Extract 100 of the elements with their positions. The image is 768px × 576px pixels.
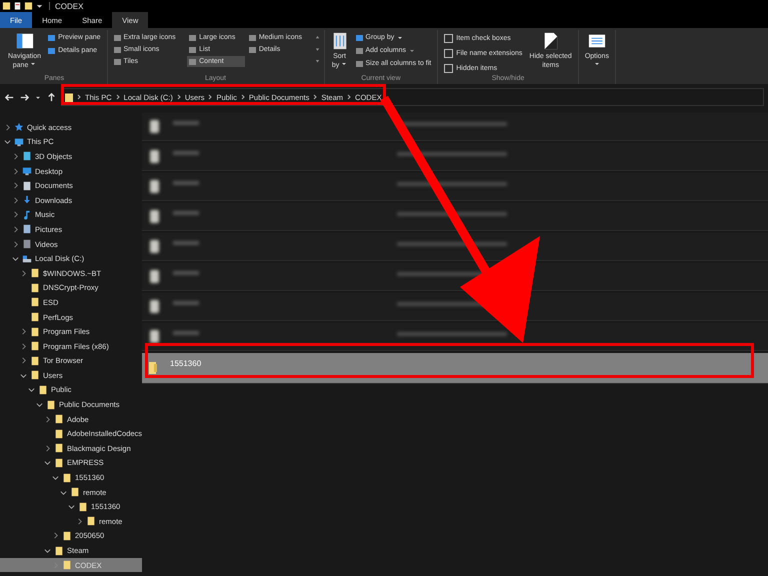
expand-chevron-icon[interactable]	[12, 255, 19, 262]
expand-chevron-icon[interactable]	[28, 386, 35, 394]
folder-icon	[62, 472, 72, 483]
expand-chevron-icon[interactable]	[44, 547, 51, 554]
folder-icon	[62, 560, 72, 570]
file-row[interactable]	[142, 203, 768, 231]
expand-chevron-icon[interactable]	[52, 474, 59, 482]
file-row[interactable]	[142, 293, 768, 321]
expand-chevron-icon[interactable]	[12, 226, 19, 233]
properties-icon[interactable]	[13, 1, 22, 11]
checkbox[interactable]	[444, 64, 454, 73]
chevron-icon	[176, 94, 182, 100]
file-row[interactable]	[142, 173, 768, 201]
blurred-icon	[150, 180, 159, 193]
video-icon	[22, 239, 32, 250]
music-icon	[22, 210, 32, 220]
caret-icon	[341, 61, 348, 67]
expand-chevron-icon[interactable]	[12, 211, 19, 218]
folder-icon	[30, 312, 40, 322]
caret-icon	[408, 48, 415, 54]
folder-icon	[54, 428, 64, 439]
chevron-icon	[346, 94, 352, 100]
blurred-icon	[150, 120, 159, 133]
folder-icon	[30, 356, 40, 366]
caret-icon	[397, 34, 404, 40]
blurred-icon	[150, 210, 159, 223]
chevron-icon	[312, 94, 318, 100]
chevron-icon	[114, 94, 121, 100]
file-name: 1551360	[170, 359, 202, 368]
folder-icon	[70, 487, 80, 498]
folder-icon	[30, 370, 40, 380]
up-icon[interactable]	[46, 92, 57, 102]
document-icon	[22, 180, 32, 191]
sort-icon	[330, 32, 348, 50]
expand-chevron-icon[interactable]	[12, 182, 19, 190]
desktop-icon	[22, 166, 32, 176]
blurred-icon	[150, 240, 159, 253]
blurred-icon	[150, 330, 159, 343]
forward-icon[interactable]	[19, 92, 30, 102]
caret-icon	[30, 61, 36, 67]
back-icon[interactable]	[4, 92, 15, 102]
file-row[interactable]	[142, 113, 768, 141]
folder-icon	[65, 92, 73, 102]
expand-chevron-icon[interactable]	[52, 532, 59, 540]
expand-chevron-icon[interactable]	[20, 328, 27, 336]
folder-icon	[2, 1, 11, 11]
folder-icon	[62, 530, 72, 541]
file-row[interactable]	[142, 143, 768, 171]
folder-icon	[46, 400, 56, 410]
checkbox[interactable]	[444, 49, 454, 58]
expand-chevron-icon[interactable]	[20, 342, 27, 350]
download-icon	[22, 195, 32, 206]
expand-chevron-icon[interactable]	[20, 372, 27, 379]
expand-chevron-icon[interactable]	[20, 270, 27, 277]
blurred-icon	[150, 150, 159, 163]
blurred-icon	[150, 270, 159, 283]
options-icon	[588, 32, 606, 50]
window-title: CODEX	[55, 2, 84, 10]
expand-chevron-icon[interactable]	[36, 401, 43, 408]
expand-chevron-icon[interactable]	[4, 124, 11, 131]
folder-icon	[30, 326, 40, 337]
folder-icon	[54, 546, 64, 556]
hide-icon	[542, 32, 560, 50]
monitor-icon	[14, 136, 24, 147]
file-row[interactable]	[142, 263, 768, 291]
folder-icon	[54, 414, 64, 424]
folder-icon	[78, 502, 88, 512]
expand-chevron-icon[interactable]	[44, 444, 51, 452]
expand-chevron-icon[interactable]	[12, 168, 19, 175]
folder-icon	[148, 361, 158, 375]
new-folder-icon[interactable]	[24, 1, 33, 11]
folder-icon	[54, 443, 64, 454]
folder-icon	[30, 297, 40, 308]
expand-chevron-icon[interactable]	[76, 518, 83, 525]
folder-icon	[30, 282, 40, 293]
pane-icon	[16, 32, 34, 50]
blurred-icon	[150, 300, 159, 313]
folder-icon	[30, 341, 40, 352]
checkbox[interactable]	[444, 34, 454, 43]
chevron-icon	[240, 94, 246, 100]
file-row[interactable]	[142, 233, 768, 261]
expand-chevron-icon[interactable]	[68, 503, 75, 510]
expand-chevron-icon[interactable]	[12, 152, 19, 160]
expand-chevron-icon[interactable]	[12, 240, 19, 248]
chevron-icon	[207, 94, 214, 100]
expand-chevron-icon[interactable]	[4, 138, 11, 146]
expand-chevron-icon[interactable]	[44, 459, 51, 466]
folder-icon	[54, 458, 64, 468]
file-row[interactable]: 1551360	[142, 353, 768, 384]
picture-icon	[22, 224, 32, 234]
folder-icon	[30, 268, 40, 278]
drive-icon	[22, 254, 32, 264]
folder-icon	[86, 516, 96, 526]
expand-chevron-icon[interactable]	[60, 488, 67, 496]
expand-chevron-icon[interactable]	[20, 357, 27, 364]
caret-icon	[594, 61, 600, 67]
expand-chevron-icon[interactable]	[44, 416, 51, 423]
expand-chevron-icon[interactable]	[12, 196, 19, 204]
cube-icon	[22, 151, 32, 162]
star-icon	[14, 122, 24, 132]
